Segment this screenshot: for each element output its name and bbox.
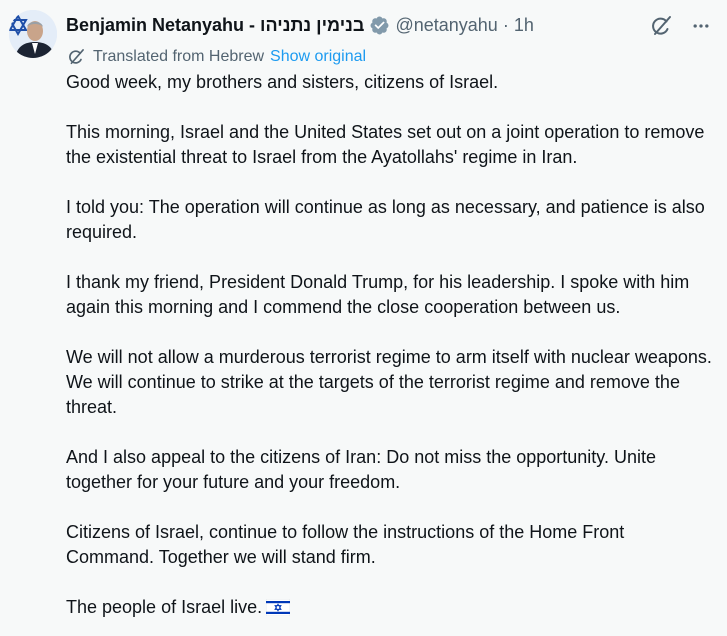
avatar[interactable]	[9, 10, 57, 58]
tweet-paragraph: Good week, my brothers and sisters, citi…	[66, 72, 499, 92]
tweet-text: Good week, my brothers and sisters, citi…	[66, 70, 716, 623]
handle[interactable]: @netanyahu	[395, 12, 497, 38]
show-original-link[interactable]: Show original	[270, 48, 366, 66]
tweet-closing-line: The people of Israel live.	[66, 595, 716, 623]
grok-icon[interactable]	[647, 12, 675, 40]
tweet-paragraph: The people of Israel live.	[66, 597, 263, 617]
translation-label: Translated from Hebrew	[93, 48, 265, 65]
tweet-header: Benjamin Netanyahu - בנימין נתניהו @neta…	[66, 12, 534, 38]
separator-dot: ·	[502, 15, 509, 35]
tweet-paragraph: We will not allow a murderous terrorist …	[66, 347, 712, 417]
display-name[interactable]: Benjamin Netanyahu - בנימין נתניהו	[66, 12, 364, 38]
more-icon[interactable]	[687, 12, 715, 40]
tweet-paragraph: I told you: The operation will continue …	[66, 197, 705, 242]
tweet-paragraph: And I also appeal to the citizens of Ira…	[66, 447, 656, 492]
tweet-actions	[647, 12, 715, 40]
verified-badge-icon	[369, 15, 390, 36]
tweet-paragraph: Citizens of Israel, continue to follow t…	[66, 522, 625, 567]
tweet-paragraph: I thank my friend, President Donald Trum…	[66, 272, 690, 317]
timestamp[interactable]: 1h	[514, 12, 534, 38]
translation-notice: Translated from Hebrew Show original	[66, 45, 366, 69]
israel-flag-icon	[265, 598, 291, 623]
translate-icon	[66, 47, 86, 67]
tweet-paragraph: This morning, Israel and the United Stat…	[66, 122, 705, 167]
